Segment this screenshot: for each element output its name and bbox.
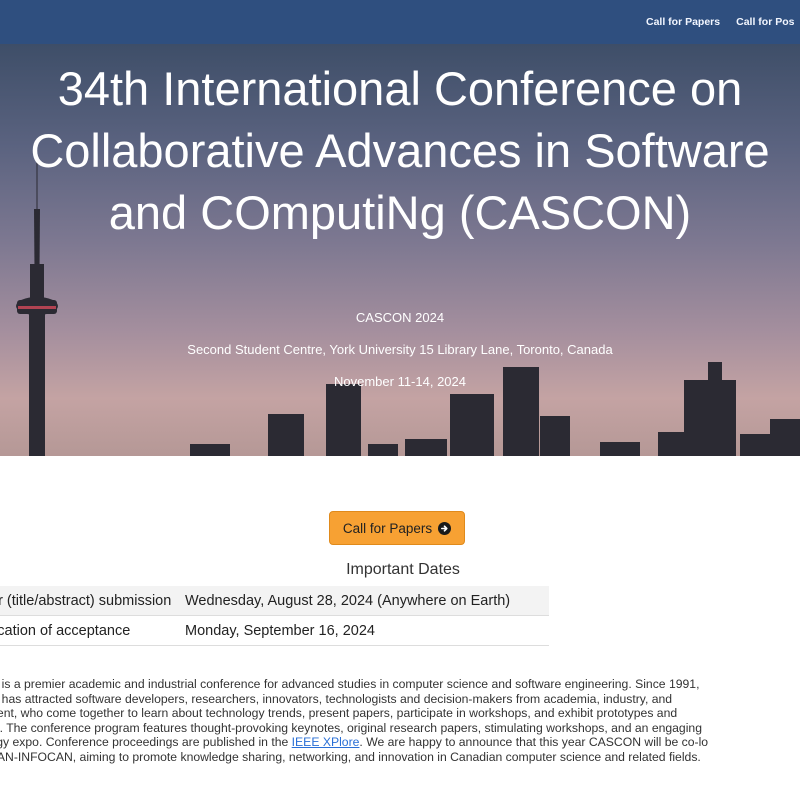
event-dates: November 11-14, 2024 [333, 374, 466, 389]
description-line: ons. The conference program features tho… [0, 720, 702, 735]
conference-description: ON is a premier academic and industrial … [0, 677, 800, 765]
table-row: fication of acceptance Monday, September… [0, 615, 549, 646]
description-text: . We are happy to announce that this yea… [359, 735, 709, 750]
top-navbar: Call for Papers Call for Pos [0, 0, 800, 44]
conference-title-line: 34th International Conference on [57, 62, 743, 115]
description-line: nment, who come together to learn about … [0, 706, 678, 721]
conference-title-line: Collaborative Advances in Software [30, 124, 770, 177]
date-value: Wednesday, August 28, 2024 (Anywhere on … [175, 586, 549, 616]
date-value: Monday, September 16, 2024 [175, 615, 549, 646]
date-label: fication of acceptance [0, 615, 175, 646]
important-dates-table: er (title/abstract) submission Wednesday… [0, 586, 549, 646]
description-text: ology expo. Conference proceedings are p… [0, 735, 292, 750]
description-line: ON is a premier academic and industrial … [0, 677, 700, 691]
nav-link-call-for-posters[interactable]: Call for Pos [736, 16, 794, 28]
event-name: CASCON 2024 [355, 310, 445, 325]
nav-link-call-for-papers[interactable]: Call for Papers [646, 16, 720, 28]
date-label: er (title/abstract) submission [0, 586, 175, 616]
important-dates-heading: Important Dates [346, 561, 460, 578]
conference-title-line: and COmputiNg (CASCON) [108, 186, 692, 239]
call-for-papers-button-label: Call for Papers [342, 520, 433, 536]
conference-title: 34th International Conference on Collabo… [0, 58, 800, 244]
nav-links: Call for Papers Call for Pos [646, 0, 794, 44]
hero-banner: 34th International Conference on Collabo… [0, 44, 800, 456]
ieee-xplore-link[interactable]: IEEE XPlore [292, 735, 360, 749]
description-line: ology expo. Conference proceedings are p… [0, 735, 800, 750]
arrow-circle-right-icon [438, 521, 452, 535]
call-for-papers-button[interactable]: Call for Papers [329, 511, 465, 545]
event-location: Second Student Centre, York University 1… [187, 342, 613, 357]
table-row: er (title/abstract) submission Wednesday… [0, 586, 549, 616]
description-line: SCAN-INFOCAN, aiming to promote knowledg… [0, 749, 701, 764]
description-line: ON has attracted software developers, re… [0, 691, 673, 706]
